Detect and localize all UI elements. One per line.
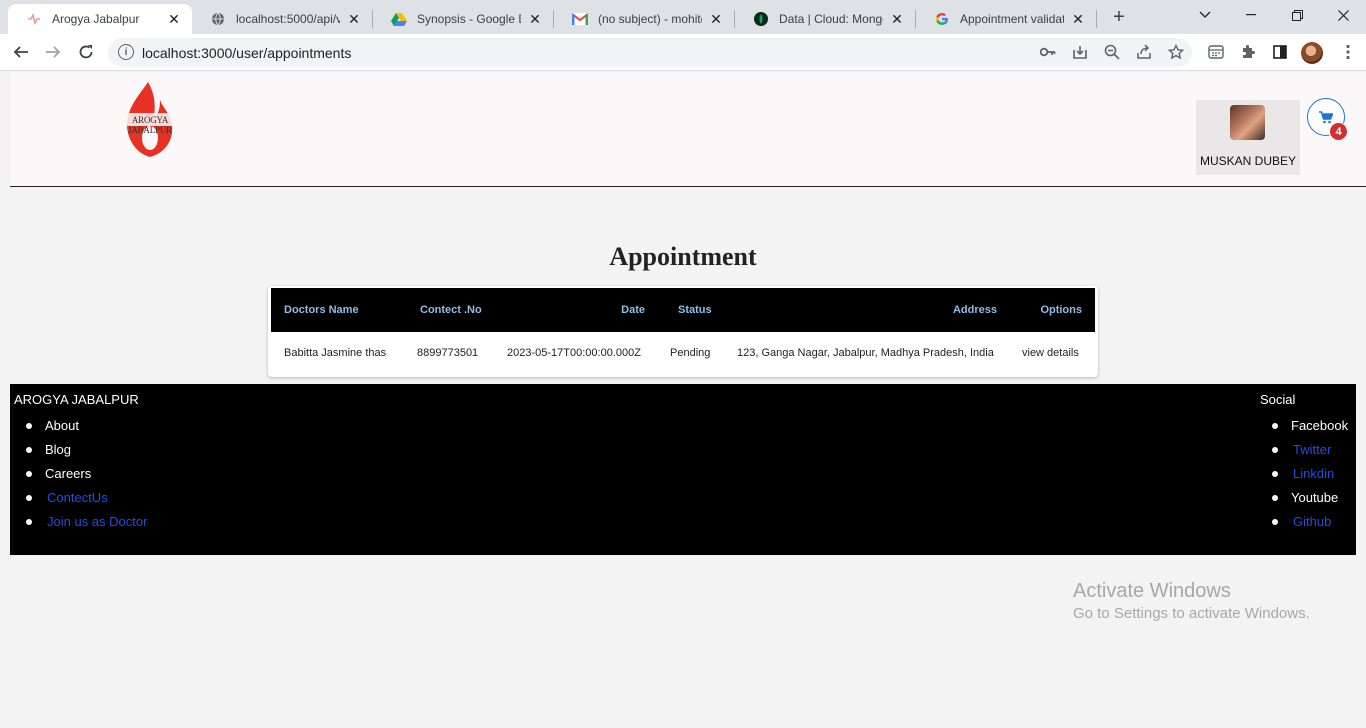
extension-calendar-icon[interactable] [1207, 43, 1225, 61]
social-link-twitter[interactable]: Twitter [1271, 441, 1348, 465]
tab-google[interactable]: Appointment validatio ✕ [916, 4, 1096, 34]
footer-link-contact[interactable]: ContectUs [25, 489, 147, 513]
browser-toolbar: i localhost:3000/user/appointments [0, 34, 1366, 71]
table-cell: Pending [670, 347, 711, 359]
watermark-line1: Activate Windows [1073, 580, 1231, 602]
gmail-icon [572, 11, 588, 27]
reload-icon[interactable] [75, 41, 97, 63]
google-drive-icon [391, 11, 407, 27]
new-tab-button[interactable]: + [1108, 6, 1130, 28]
tab-strip: Arogya Jabalpur ✕ localhost:5000/api/v1/… [0, 0, 1366, 34]
site-info-icon[interactable]: i [118, 44, 134, 60]
tab-gmail[interactable]: (no subject) - mohitdu ✕ [554, 4, 734, 34]
user-name: MUSKAN DUBEY [1199, 154, 1297, 168]
table-cell: 8899773501 [417, 347, 479, 359]
column-header: Date [621, 304, 645, 316]
footer-link-about[interactable]: About [25, 417, 147, 441]
app-favicon-icon [26, 11, 42, 27]
social-link-youtube[interactable]: Youtube [1271, 489, 1348, 513]
close-window-icon[interactable] [1320, 0, 1366, 30]
key-icon[interactable] [1039, 43, 1057, 61]
tab-title: localhost:5000/api/v1/ [236, 12, 340, 26]
cart-count-badge: 4 [1329, 122, 1348, 141]
tab-drive[interactable]: Synopsis - Google Dri ✕ [373, 4, 553, 34]
share-icon[interactable] [1135, 43, 1153, 61]
google-icon [934, 11, 950, 27]
tab-title: Appointment validatio [960, 12, 1064, 26]
user-profile-box[interactable]: MUSKAN DUBEY [1196, 100, 1300, 175]
close-tab-icon[interactable]: ✕ [527, 11, 543, 27]
tab-separator [1096, 10, 1097, 28]
page-title: Appointment [609, 242, 757, 271]
tab-title: (no subject) - mohitdu [598, 12, 702, 26]
site-logo[interactable]: AROGYA JABALPUR [110, 80, 190, 160]
back-icon[interactable] [10, 41, 32, 63]
tab-search-icon[interactable] [1182, 0, 1228, 30]
side-panel-icon[interactable] [1271, 43, 1289, 61]
close-tab-icon[interactable]: ✕ [889, 11, 905, 27]
tab-mongodb[interactable]: Data | Cloud: MongoD ✕ [735, 4, 915, 34]
site-footer: AROGYA JABALPUR About Blog Careers Conte… [10, 384, 1356, 555]
tab-api[interactable]: localhost:5000/api/v1/ ✕ [192, 4, 372, 34]
column-header: Address [952, 304, 997, 316]
footer-social-title: Social [1260, 392, 1296, 407]
table-cell: Babitta Jasmine thas [284, 347, 387, 359]
view-details-link[interactable]: view details [1022, 332, 1079, 374]
cart-icon [1319, 110, 1333, 123]
close-tab-icon[interactable]: ✕ [166, 11, 182, 27]
zoom-icon[interactable] [1103, 43, 1121, 61]
globe-icon [210, 11, 226, 27]
windows-activation-watermark: Activate Windows Go to Settings to activ… [1073, 580, 1310, 622]
column-header: Doctors Name [284, 304, 359, 316]
appointments-table: Doctors Name Contect .No Date Status Add… [268, 286, 1098, 377]
address-bar[interactable]: i localhost:3000/user/appointments [108, 38, 1192, 67]
site-header: AROGYA JABALPUR MUSKAN DUBEY 4 [10, 72, 1366, 187]
table-cell: 2023-05-17T00:00:00.000Z [507, 347, 641, 359]
column-header: Options [1040, 304, 1082, 316]
url-text: localhost:3000/user/appointments [142, 45, 352, 61]
close-tab-icon[interactable]: ✕ [1070, 11, 1086, 27]
column-header: Status [678, 304, 712, 316]
footer-social-links: Facebook Twitter Linkdin Youtube Github [1271, 417, 1348, 537]
tab-title: Data | Cloud: MongoD [779, 12, 883, 26]
footer-brand: AROGYA JABALPUR [14, 392, 139, 407]
social-link-github[interactable]: Github [1271, 513, 1348, 537]
mongodb-icon [753, 11, 769, 27]
table-cell: 123, Ganga Nagar, Jabalpur, Madhya Prade… [737, 347, 994, 359]
page: AROGYA JABALPUR MUSKAN DUBEY 4 Appointme… [0, 72, 1366, 728]
profile-avatar[interactable] [1301, 42, 1323, 64]
table-header: Doctors Name Contect .No Date Status Add… [271, 288, 1095, 332]
logo-text: AROGYA JABALPUR [128, 115, 172, 135]
footer-links: About Blog Careers ContectUs Join us as … [25, 417, 147, 537]
install-icon[interactable] [1071, 43, 1089, 61]
forward-icon[interactable] [42, 41, 64, 63]
restore-icon[interactable] [1274, 0, 1320, 30]
extensions-puzzle-icon[interactable] [1239, 43, 1257, 61]
social-link-facebook[interactable]: Facebook [1271, 417, 1348, 441]
user-avatar [1230, 105, 1265, 140]
star-icon[interactable] [1167, 43, 1185, 61]
tab-title: Synopsis - Google Dri [417, 12, 521, 26]
social-link-linkedin[interactable]: Linkdin [1271, 465, 1348, 489]
tab-arogya[interactable]: Arogya Jabalpur ✕ [8, 4, 192, 34]
watermark-line2: Go to Settings to activate Windows. [1073, 605, 1310, 622]
footer-link-join-doctor[interactable]: Join us as Doctor [25, 513, 147, 537]
close-tab-icon[interactable]: ✕ [346, 11, 362, 27]
column-header: Contect .No [420, 304, 482, 316]
close-tab-icon[interactable]: ✕ [708, 11, 724, 27]
footer-link-careers[interactable]: Careers [25, 465, 147, 489]
tab-title: Arogya Jabalpur [52, 12, 140, 26]
footer-link-blog[interactable]: Blog [25, 441, 147, 465]
menu-kebab-icon[interactable] [1339, 43, 1357, 61]
minimize-icon[interactable] [1228, 0, 1274, 30]
